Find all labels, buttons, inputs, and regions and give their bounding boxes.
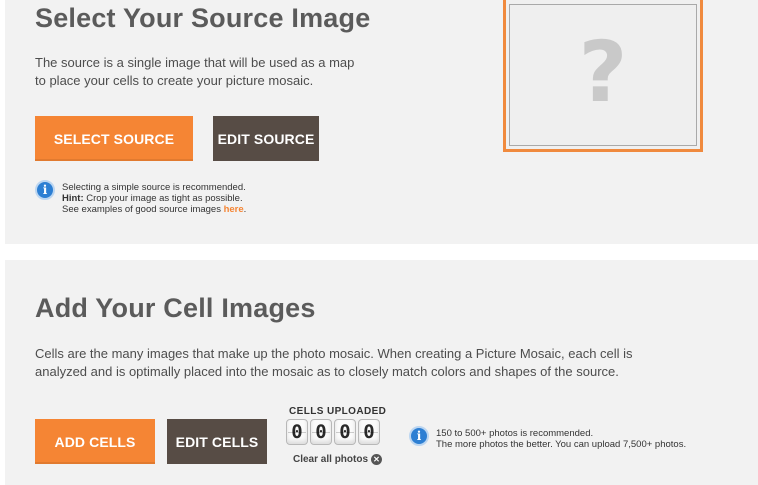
edit-cells-button[interactable]: EDIT CELLS (167, 419, 267, 464)
counter-digit: 0 (310, 419, 332, 445)
source-note: Selecting a simple source is recommended… (62, 182, 246, 215)
examples-link[interactable]: here (224, 204, 244, 215)
cells-panel: Add Your Cell Images Cells are the many … (5, 260, 758, 485)
question-mark-placeholder-icon: ? (578, 23, 628, 121)
source-preview-inner: ? (509, 4, 697, 146)
info-icon: i (409, 426, 429, 446)
cells-description: Cells are the many images that make up t… (35, 346, 633, 379)
hint-text: Crop your image as tight as possible. (83, 193, 243, 204)
cells-note: 150 to 500+ photos is recommended. The m… (436, 428, 686, 450)
examples-text: See examples of good source images (62, 204, 224, 215)
source-note-line1: Selecting a simple source is recommended… (62, 182, 246, 193)
clear-all-photos-link[interactable]: Clear all photos ✕ (293, 454, 383, 465)
clear-x-icon[interactable]: ✕ (371, 454, 383, 465)
examples-period: . (243, 204, 247, 215)
cells-uploaded-label: CELLS UPLOADED (289, 406, 387, 417)
source-title: Select Your Source Image (35, 3, 371, 33)
source-panel: Select Your Source Image The source is a… (5, 0, 758, 244)
counter-digit: 0 (334, 419, 356, 445)
cells-uploaded-counter: 0 0 0 0 (286, 419, 380, 445)
counter-digit: 0 (286, 419, 308, 445)
hint-label: Hint: (62, 193, 84, 204)
cells-note-line2: The more photos the better. You can uplo… (436, 439, 687, 450)
edit-source-button[interactable]: EDIT SOURCE (213, 116, 319, 161)
source-description: The source is a single image that will b… (35, 55, 355, 88)
source-preview[interactable]: ? (503, 0, 703, 152)
clear-all-photos-label: Clear all photos (293, 454, 369, 465)
source-note-hint: Hint: Crop your image as tight as possib… (62, 193, 246, 204)
cells-note-line1: 150 to 500+ photos is recommended. (436, 428, 594, 439)
select-source-button[interactable]: SELECT SOURCE (35, 116, 193, 161)
counter-digit: 0 (358, 419, 380, 445)
info-icon: i (35, 180, 55, 200)
cells-title: Add Your Cell Images (35, 293, 316, 323)
add-cells-button[interactable]: ADD CELLS (35, 419, 155, 464)
source-note-line3: See examples of good source images here. (62, 204, 246, 215)
